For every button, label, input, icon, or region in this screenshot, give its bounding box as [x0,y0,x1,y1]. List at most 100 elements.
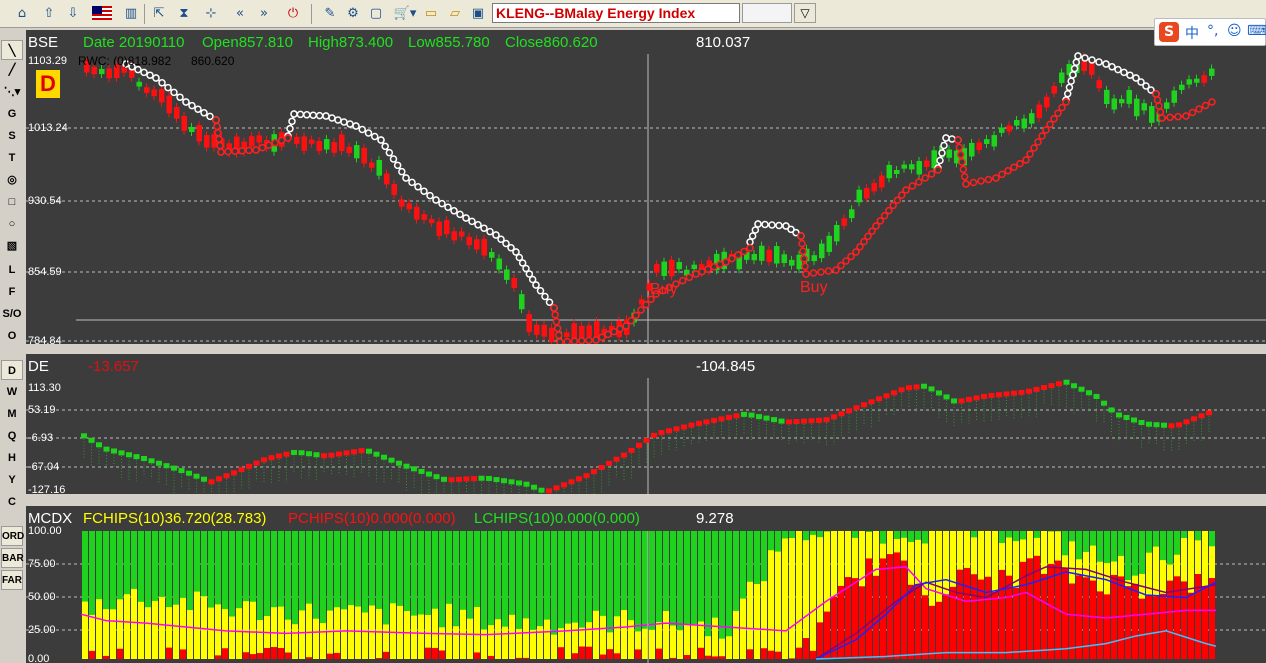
tool-o[interactable]: O [1,326,23,346]
channel-tool-icon[interactable]: ⋱▾ [1,82,23,102]
mode-ord-button[interactable]: ORD [1,526,24,546]
de-marker [576,476,582,482]
down-icon[interactable]: ⇩ [63,4,83,24]
emoji-icon[interactable]: ☺ [1227,23,1242,39]
trailing-stop-red-dot [698,267,706,276]
price-chart[interactable]: 1013.24 930.54 854.59 784.84 Buy Buy [26,30,1266,344]
up-icon[interactable]: ⇧ [39,4,59,24]
folder-open-icon[interactable]: ▱ [445,4,465,24]
mcdx-panel[interactable]: 100.00 75.00 50.00 25.00 0.00 MCDX FCHIPS(10… [26,506,1266,663]
trailing-stop-red-dot [740,247,748,256]
mcdx-chart[interactable]: 100.0075.0050.0025.000.00 [26,506,1266,663]
mode-far-button[interactable]: FAR [1,570,23,590]
de-marker [553,485,560,491]
settings-icon[interactable]: ⚙ [343,4,363,24]
hourglass-icon[interactable]: ⧗ [174,4,194,24]
candle [901,164,907,169]
tool-l[interactable]: L [1,260,23,280]
cart-icon[interactable]: 🛒▾ [392,4,418,24]
de-marker [216,476,222,482]
spiral-tool-icon[interactable]: ◎ [1,170,23,190]
high-readout: High873.400 [308,34,394,51]
period-weekly[interactable]: W [1,382,23,402]
trailing-stop-red-dot [1174,112,1182,121]
de-marker [418,468,425,474]
tool-so[interactable]: S/O [1,304,23,324]
de-marker [1198,413,1205,419]
line-tool-icon[interactable]: ╲ [1,40,23,60]
ellipse-tool-icon[interactable]: ○ [1,214,23,234]
tool-g[interactable]: G [1,104,23,124]
price-y-tick: 854.59 [28,266,62,278]
trailing-stop-white-dot [371,132,379,141]
mcdx-red-bar [810,650,816,659]
candle [249,136,255,147]
mcdx-red-bar [1188,592,1194,659]
trailing-stop-red-dot [722,258,730,266]
trailing-stop-red-dot [809,269,818,277]
period-daily[interactable]: D [1,360,23,380]
screen-icon[interactable]: ▢ [366,4,386,24]
power-icon[interactable]: ⏻ [283,4,303,24]
keyboard-icon[interactable]: ⌨ [1247,23,1266,39]
mcdx-yellow-bar [152,600,158,659]
save-icon[interactable]: ▣ [468,4,488,24]
candle [481,238,487,256]
de-marker [1078,386,1085,392]
mode-bar-button[interactable]: BAR [1,548,24,568]
sogou-logo-icon[interactable]: S [1159,22,1179,42]
ray-tool-icon[interactable]: ╱ [1,60,23,80]
home-icon[interactable]: ⌂ [12,4,32,24]
tool-f[interactable]: F [1,282,23,302]
tool-t[interactable]: T [1,148,23,168]
network-icon[interactable]: ⊹ [201,4,221,24]
ticker-secondary-field[interactable] [742,3,792,23]
ime-chinese-toggle[interactable]: 中 [1185,23,1199,43]
trailing-stop-white-dot [140,68,148,77]
bar-chart-icon[interactable]: ▥ [121,4,141,24]
de-marker [336,451,342,457]
chevron-down-icon[interactable]: ▽ [794,3,816,23]
fast-forward-icon[interactable]: » [254,4,274,24]
candle [1044,96,1050,108]
trailing-stop-red-dot [1046,120,1054,129]
period-half-year[interactable]: H [1,448,23,468]
draw-icon[interactable]: ✎ [320,4,340,24]
trailing-stop-red-dot [1062,98,1070,106]
candle [189,126,195,133]
trailing-stop-red-dot [710,263,718,271]
trailing-stop-white-dot [389,155,398,163]
open-readout: Open857.810 [202,34,293,51]
rewind-icon[interactable]: « [230,4,250,24]
hatch-tool-icon[interactable]: ▧ [1,236,23,256]
rectangle-tool-icon[interactable]: □ [1,192,23,212]
mcdx-red-bar [1174,576,1180,659]
mcdx-yellow-bar [691,624,697,659]
de-panel[interactable]: 113.30 53.19 -6.93 -67.04 -127.16 DE -13.657… [26,354,1266,494]
period-quarterly[interactable]: Q [1,426,23,446]
folder-icon[interactable]: ▭ [421,4,441,24]
period-custom[interactable]: C [1,492,23,512]
flag-malaysia-icon[interactable] [92,6,112,20]
mcdx-red-bar [719,656,725,659]
trailing-stop-red-dot [955,143,964,152]
de-marker [343,450,350,456]
de-chart[interactable]: 113.30 53.19 -6.93 -67.04 -127.16 [26,354,1266,494]
tool-s[interactable]: S [1,126,23,146]
trailing-stop-red-dot [245,146,253,155]
export-icon[interactable]: ⇱ [149,4,169,24]
de-marker [1033,386,1040,392]
candle [1149,106,1155,123]
trailing-stop-white-dot [1081,54,1089,62]
ime-toolbar[interactable]: S 中 °, ☺ ⌨ [1154,18,1266,46]
ime-punctuation-toggle[interactable]: °, [1207,23,1218,39]
mcdx-yellow-bar [159,596,165,659]
mcdx-yellow-bar [502,626,508,659]
price-panel[interactable]: 1013.24 930.54 854.59 784.84 Buy Buy BSE Date… [26,30,1266,344]
de-marker [321,453,327,459]
trailing-stop-white-dot [328,114,336,122]
ticker-input[interactable]: KLENG--BMalay Energy Index [492,3,740,23]
period-monthly[interactable]: M [1,404,23,424]
trailing-stop-white-dot [381,142,389,151]
period-yearly[interactable]: Y [1,470,23,490]
